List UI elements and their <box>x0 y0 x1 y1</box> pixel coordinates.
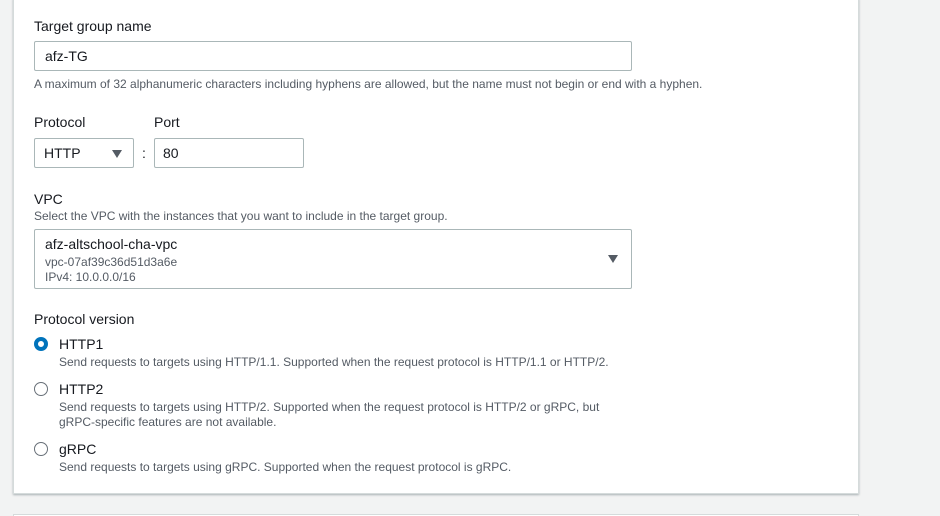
radio-http1-description: Send requests to targets using HTTP/1.1.… <box>59 355 609 369</box>
radio-grpc-label[interactable]: gRPC <box>59 440 96 458</box>
radio-grpc-description: Send requests to targets using gRPC. Sup… <box>59 460 512 474</box>
radio-http2-label[interactable]: HTTP2 <box>59 380 103 398</box>
radio-http2[interactable] <box>34 382 48 396</box>
protocol-port-separator: : <box>142 145 146 161</box>
target-group-name-label: Target group name <box>34 18 152 34</box>
port-input[interactable]: 80 <box>154 138 304 168</box>
radio-http1[interactable] <box>34 337 48 351</box>
port-label: Port <box>154 114 180 130</box>
protocol-label: Protocol <box>34 114 86 130</box>
target-group-name-input[interactable]: afz-TG <box>34 41 632 71</box>
radio-http2-description-line1: Send requests to targets using HTTP/2. S… <box>59 400 600 414</box>
vpc-select[interactable]: afz-altschool-cha-vpc vpc-07af39c36d51d3… <box>34 229 632 289</box>
vpc-label: VPC <box>34 191 63 207</box>
protocol-select-value: HTTP <box>44 145 81 161</box>
vpc-selected-name: afz-altschool-cha-vpc <box>45 236 178 252</box>
chevron-down-icon <box>608 255 618 263</box>
vpc-selected-cidr: IPv4: 10.0.0.0/16 <box>45 270 136 284</box>
vpc-selected-id: vpc-07af39c36d51d3a6e <box>45 255 178 269</box>
target-group-name-hint: A maximum of 32 alphanumeric characters … <box>34 77 703 91</box>
protocol-select[interactable]: HTTP <box>34 138 134 168</box>
vpc-hint: Select the VPC with the instances that y… <box>34 209 448 223</box>
protocol-version-label: Protocol version <box>34 311 135 327</box>
radio-http2-description-line2: gRPC-specific features are not available… <box>59 415 277 429</box>
radio-grpc[interactable] <box>34 442 48 456</box>
port-value: 80 <box>163 145 179 161</box>
radio-http1-label[interactable]: HTTP1 <box>59 335 103 353</box>
target-group-name-value: afz-TG <box>45 48 88 64</box>
chevron-down-icon <box>112 150 122 158</box>
